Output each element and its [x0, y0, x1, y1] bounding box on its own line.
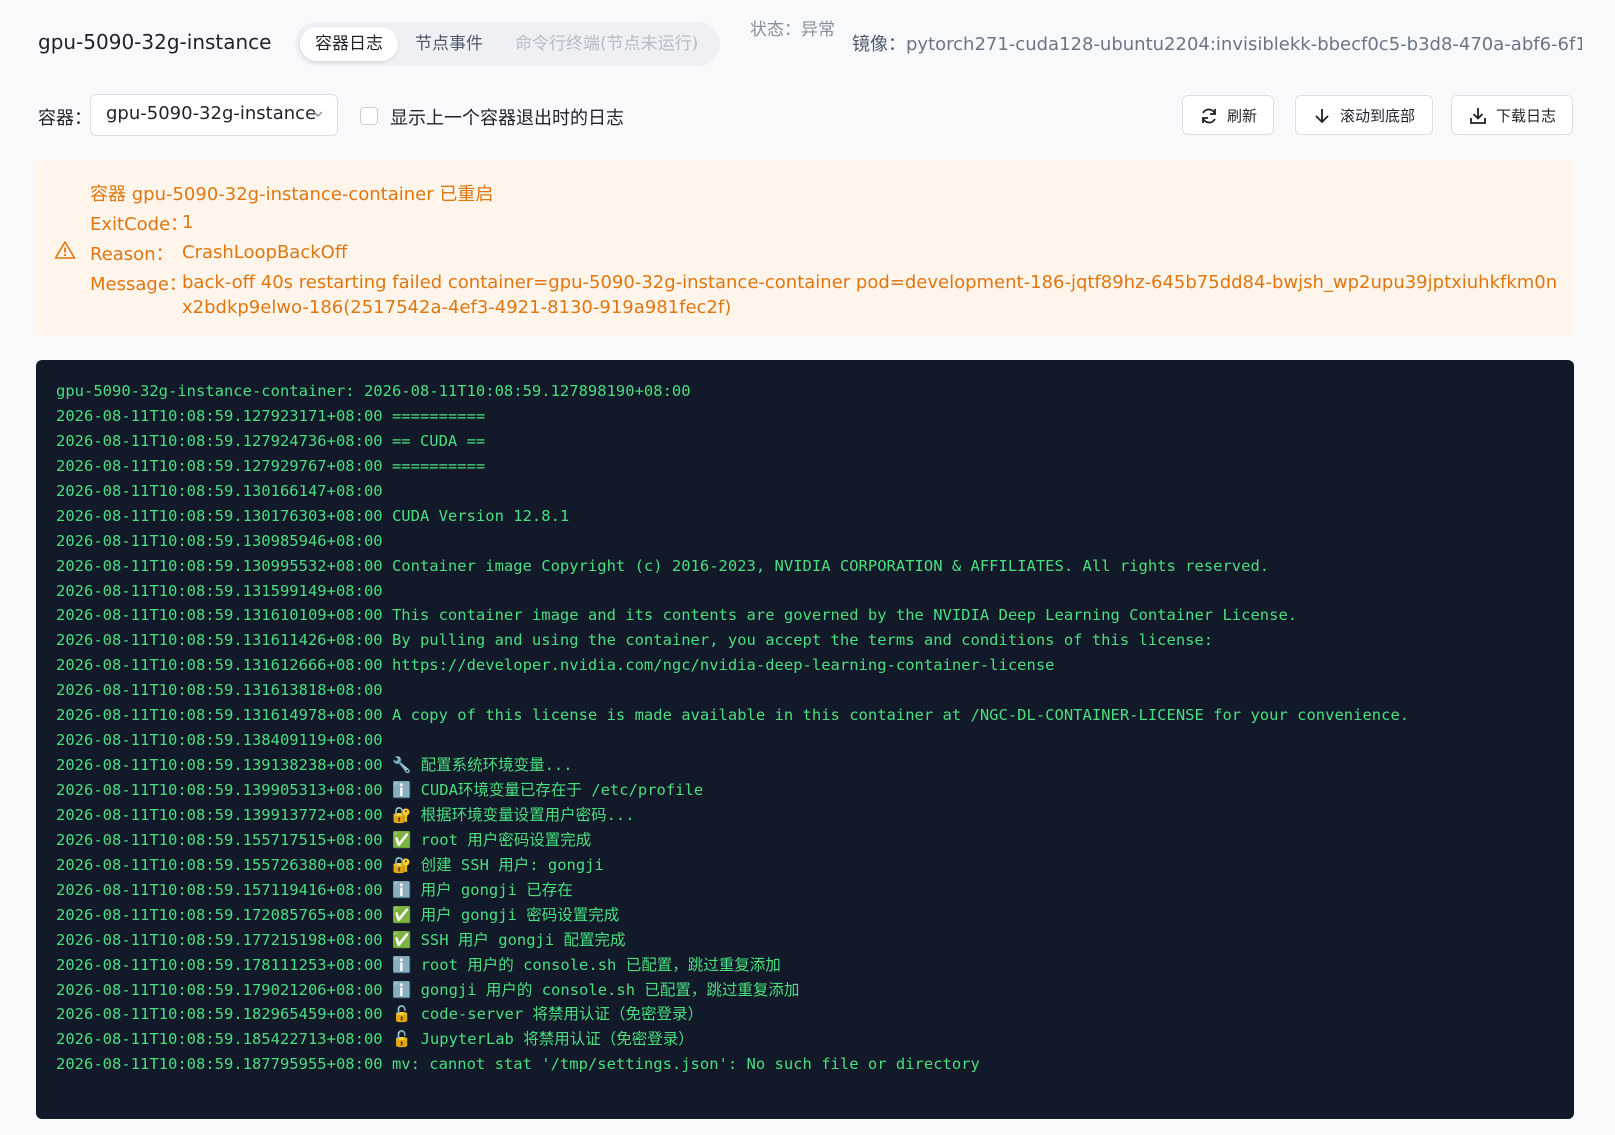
scroll-to-bottom-label: 滚动到底部 [1340, 107, 1416, 125]
tab-container-logs[interactable]: 容器日志 [300, 27, 398, 61]
reason-key: Reason： [90, 244, 174, 265]
log-line: 2026-08-11T10:08:59.131599149+08:00 [56, 581, 383, 600]
log-line: 2026-08-11T10:08:59.185422713+08:00 🔓 Ju… [56, 1030, 694, 1049]
log-line: 2026-08-11T10:08:59.155717515+08:00 ✅ ro… [56, 830, 592, 849]
download-log-label: 下载日志 [1496, 107, 1557, 125]
image-label: 镜像： [852, 34, 906, 55]
download-icon [1470, 108, 1486, 124]
log-line: 2026-08-11T10:08:59.139138238+08:00 🔧 配置… [56, 756, 573, 775]
alert-title: 容器 gpu-5090-32g-instance-container 已重启 [90, 184, 494, 205]
log-line: 2026-08-11T10:08:59.177215198+08:00 ✅ SS… [56, 930, 626, 949]
log-line: 2026-08-11T10:08:59.187795955+08:00 mv: … [56, 1055, 980, 1074]
download-log-button[interactable]: 下载日志 [1451, 95, 1573, 135]
previous-log-checkbox[interactable] [360, 107, 378, 125]
container-label: 容器： [38, 108, 92, 129]
image-info: 镜像：pytorch271-cuda128-ubuntu2204:invisib… [852, 30, 1582, 56]
refresh-button[interactable]: 刷新 [1182, 95, 1274, 135]
tab-group: 容器日志 节点事件 命令行终端(节点未运行) [295, 22, 720, 66]
header-bar: gpu-5090-32g-instance 容器日志 节点事件 命令行终端(节点… [0, 0, 1615, 90]
status-text: 状态：异常 [750, 20, 835, 40]
log-line: 2026-08-11T10:08:59.139913772+08:00 🔐 根据… [56, 805, 635, 824]
log-line: 2026-08-11T10:08:59.127924736+08:00 == C… [56, 431, 486, 450]
refresh-icon [1202, 108, 1216, 124]
log-line: 2026-08-11T10:08:59.179021206+08:00 ℹ️ g… [56, 980, 800, 999]
log-lines: gpu-5090-32g-instance-container: 2026-08… [56, 379, 1409, 1077]
log-line: 2026-08-11T10:08:59.172085765+08:00 ✅ 用户… [56, 905, 620, 924]
log-line: 2026-08-11T10:08:59.131613818+08:00 [56, 681, 383, 700]
scroll-to-bottom-button[interactable]: 滚动到底部 [1295, 95, 1433, 135]
log-line: 2026-08-11T10:08:59.138409119+08:00 [56, 731, 383, 750]
log-line: 2026-08-11T10:08:59.130166147+08:00 [56, 481, 383, 500]
chevron-down-icon [313, 111, 323, 117]
log-line: 2026-08-11T10:08:59.127923171+08:00 ====… [56, 406, 486, 425]
log-line: 2026-08-11T10:08:59.178111253+08:00 ℹ️ r… [56, 955, 781, 974]
message-key: Message： [90, 274, 187, 295]
log-line: 2026-08-11T10:08:59.131611426+08:00 By p… [56, 631, 1214, 650]
log-line: 2026-08-11T10:08:59.130985946+08:00 [56, 531, 383, 550]
refresh-label: 刷新 [1227, 107, 1258, 125]
image-value: pytorch271-cuda128-ubuntu2204:invisiblek… [906, 34, 1582, 55]
exit-code-value: 1 [182, 212, 194, 233]
log-line: 2026-08-11T10:08:59.130995532+08:00 Cont… [56, 556, 1270, 575]
log-line: 2026-08-11T10:08:59.157119416+08:00 ℹ️ 用… [56, 880, 573, 899]
tab-terminal: 命令行终端(节点未运行) [515, 34, 699, 54]
container-select[interactable]: gpu-5090-32g-instance- [90, 94, 338, 136]
log-line: gpu-5090-32g-instance-container: 2026-08… [56, 382, 691, 400]
restart-alert: 容器 gpu-5090-32g-instance-container 已重启 E… [36, 160, 1574, 336]
log-line: 2026-08-11T10:08:59.155726380+08:00 🔐 创建… [56, 855, 604, 874]
warning-icon [54, 241, 76, 259]
log-line: 2026-08-11T10:08:59.130176303+08:00 CUDA… [56, 506, 570, 525]
arrow-down-icon [1315, 109, 1329, 124]
message-value: back-off 40s restarting failed container… [182, 272, 1558, 318]
tab-node-events[interactable]: 节点事件 [415, 27, 483, 61]
previous-log-label[interactable]: 显示上一个容器退出时的日志 [390, 104, 624, 130]
log-line: 2026-08-11T10:08:59.131612666+08:00 http… [56, 656, 1055, 675]
log-line: 2026-08-11T10:08:59.182965459+08:00 🔓 co… [56, 1005, 704, 1024]
container-select-value: gpu-5090-32g-instance- [106, 103, 316, 124]
instance-name: gpu-5090-32g-instance [38, 30, 272, 54]
reason-value: CrashLoopBackOff [182, 242, 348, 263]
exit-code-key: ExitCode： [90, 214, 189, 235]
log-line: 2026-08-11T10:08:59.139905313+08:00 ℹ️ C… [56, 781, 704, 799]
log-line: 2026-08-11T10:08:59.127929767+08:00 ====… [56, 456, 486, 475]
log-line: 2026-08-11T10:08:59.131610109+08:00 This… [56, 606, 1298, 625]
log-output[interactable]: gpu-5090-32g-instance-container: 2026-08… [36, 360, 1574, 1119]
log-line: 2026-08-11T10:08:59.131614978+08:00 A co… [56, 706, 1410, 725]
